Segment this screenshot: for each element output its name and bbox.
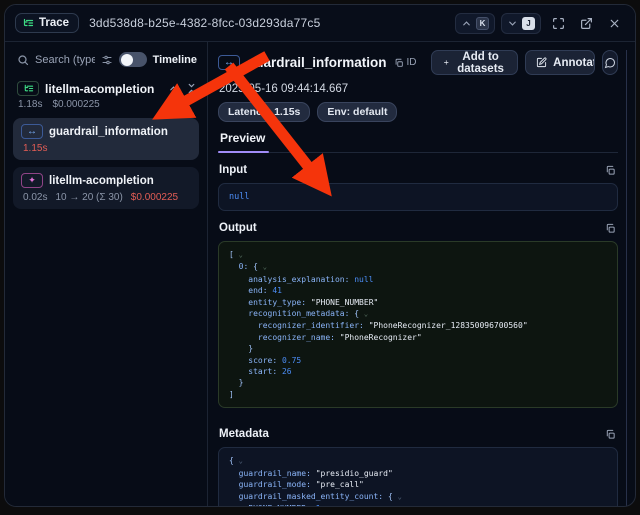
active-tab-underline [218,151,269,154]
generation-sparkle-icon: ✦ [21,173,43,188]
span-tokens: 10 → 20 (Σ 30) [55,192,122,203]
root-cost: $0.000225 [52,99,99,110]
badge-row: Latency: 1.15s Env: default [218,102,618,131]
metadata-section-header: Metadata [218,408,618,447]
keycap-j: J [522,17,535,30]
detail-tabs: Preview [218,131,618,153]
sidebar-search-row: Timeline [11,50,201,77]
fold-all-icon[interactable] [186,83,197,94]
trace-id: 3dd538d8-b25e-4382-8fcc-03d293da77c5 [89,16,445,30]
chevron-down-icon [507,18,518,29]
span-tree-sidebar: Timeline litellm-acompletion 1.18s $0.00… [5,42,208,506]
copy-metadata-button[interactable] [605,429,616,440]
annotate-button[interactable]: Annotate [526,51,595,74]
search-icon [17,54,29,66]
observation-header: ↔ guardrail_information ID Add to datase… [218,50,618,75]
filter-sliders-icon[interactable] [101,54,113,66]
observation-detail-panel: ↔ guardrail_information ID Add to datase… [208,42,635,506]
copy-id-button[interactable]: ID [394,57,417,68]
list-tree-icon [22,17,34,29]
span-latency: 0.02s [23,192,47,203]
timeline-toggle-label: Timeline [153,54,197,66]
latency-badge: Latency: 1.15s [218,102,310,122]
copy-icon [605,165,616,176]
plus-icon [443,57,450,68]
span-latency: 1.15s [23,143,47,154]
input-json-viewer[interactable]: null [218,183,618,211]
tab-preview-label: Preview [220,131,265,145]
id-label: ID [407,57,417,68]
toggle-knob [121,54,133,66]
prev-observation-button[interactable]: K [455,13,495,34]
next-observation-button[interactable]: J [501,13,541,34]
span-cost: $0.000225 [131,192,178,203]
open-in-new-button[interactable] [575,12,597,34]
tree-item-litellm-acompletion[interactable]: ✦ litellm-acompletion 0.02s 10 → 20 (Σ 3… [13,167,199,209]
output-section-title: Output [219,222,257,234]
maximize-icon [552,17,565,30]
annotate-label: Annotate [553,57,595,69]
topbar-actions: K J [455,12,625,34]
tree-root-name: litellm-acompletion [45,82,162,96]
output-section-header: Output [218,211,618,241]
span-name: litellm-acompletion [49,175,154,187]
env-badge: Env: default [317,102,397,122]
add-to-datasets-label: Add to datasets [455,51,506,75]
tree-item-guardrail-information[interactable]: ↔ guardrail_information 1.15s [13,118,199,160]
metadata-json-viewer[interactable]: { ⌄ guardrail_name: "presidio_guard" gua… [218,447,618,507]
trace-badge-label: Trace [39,17,69,29]
search-input[interactable] [35,54,95,66]
comment-bubble-icon [604,57,616,69]
input-section-title: Input [219,164,247,176]
trace-type-badge: Trace [15,13,79,33]
comments-button[interactable] [602,50,618,75]
topbar: Trace 3dd538d8-b25e-4382-8fcc-03d293da77… [5,5,635,42]
observation-timestamp: 2025-05-16 09:44:14.667 [218,75,618,102]
collapse-node-icon[interactable] [168,83,179,94]
tree-root-item[interactable]: litellm-acompletion [11,77,201,97]
add-to-datasets-button[interactable]: Add to datasets [431,50,519,75]
copy-input-button[interactable] [605,165,616,176]
copy-icon [605,429,616,440]
metadata-section-title: Metadata [219,428,269,440]
copy-output-button[interactable] [605,223,616,234]
span-name: guardrail_information [49,126,168,138]
copy-icon [394,58,404,68]
close-button[interactable] [603,12,625,34]
root-latency: 1.18s [18,99,42,110]
chevron-up-icon [461,18,472,29]
annotate-split-button: Annotate [525,50,595,75]
close-icon [608,17,621,30]
observation-title: guardrail_information [247,55,387,70]
tree-controls [168,83,197,94]
tree-root-stats: 1.18s $0.000225 [11,97,201,118]
timeline-toggle[interactable] [119,52,147,67]
trace-detail-window: Trace 3dd538d8-b25e-4382-8fcc-03d293da77… [4,4,636,507]
annotate-pen-icon [536,57,547,68]
copy-icon [605,223,616,234]
trace-tree-icon [17,81,39,96]
keycap-k: K [476,17,489,30]
span-type-icon: ↔ [21,124,43,139]
span-type-icon: ↔ [218,55,240,70]
input-section-header: Input [218,153,618,183]
external-link-icon [580,17,593,30]
expand-button[interactable] [547,12,569,34]
tab-preview[interactable]: Preview [218,131,269,152]
output-json-viewer[interactable]: [ ⌄ 0: { ⌄ analysis_explanation: null en… [218,241,618,408]
